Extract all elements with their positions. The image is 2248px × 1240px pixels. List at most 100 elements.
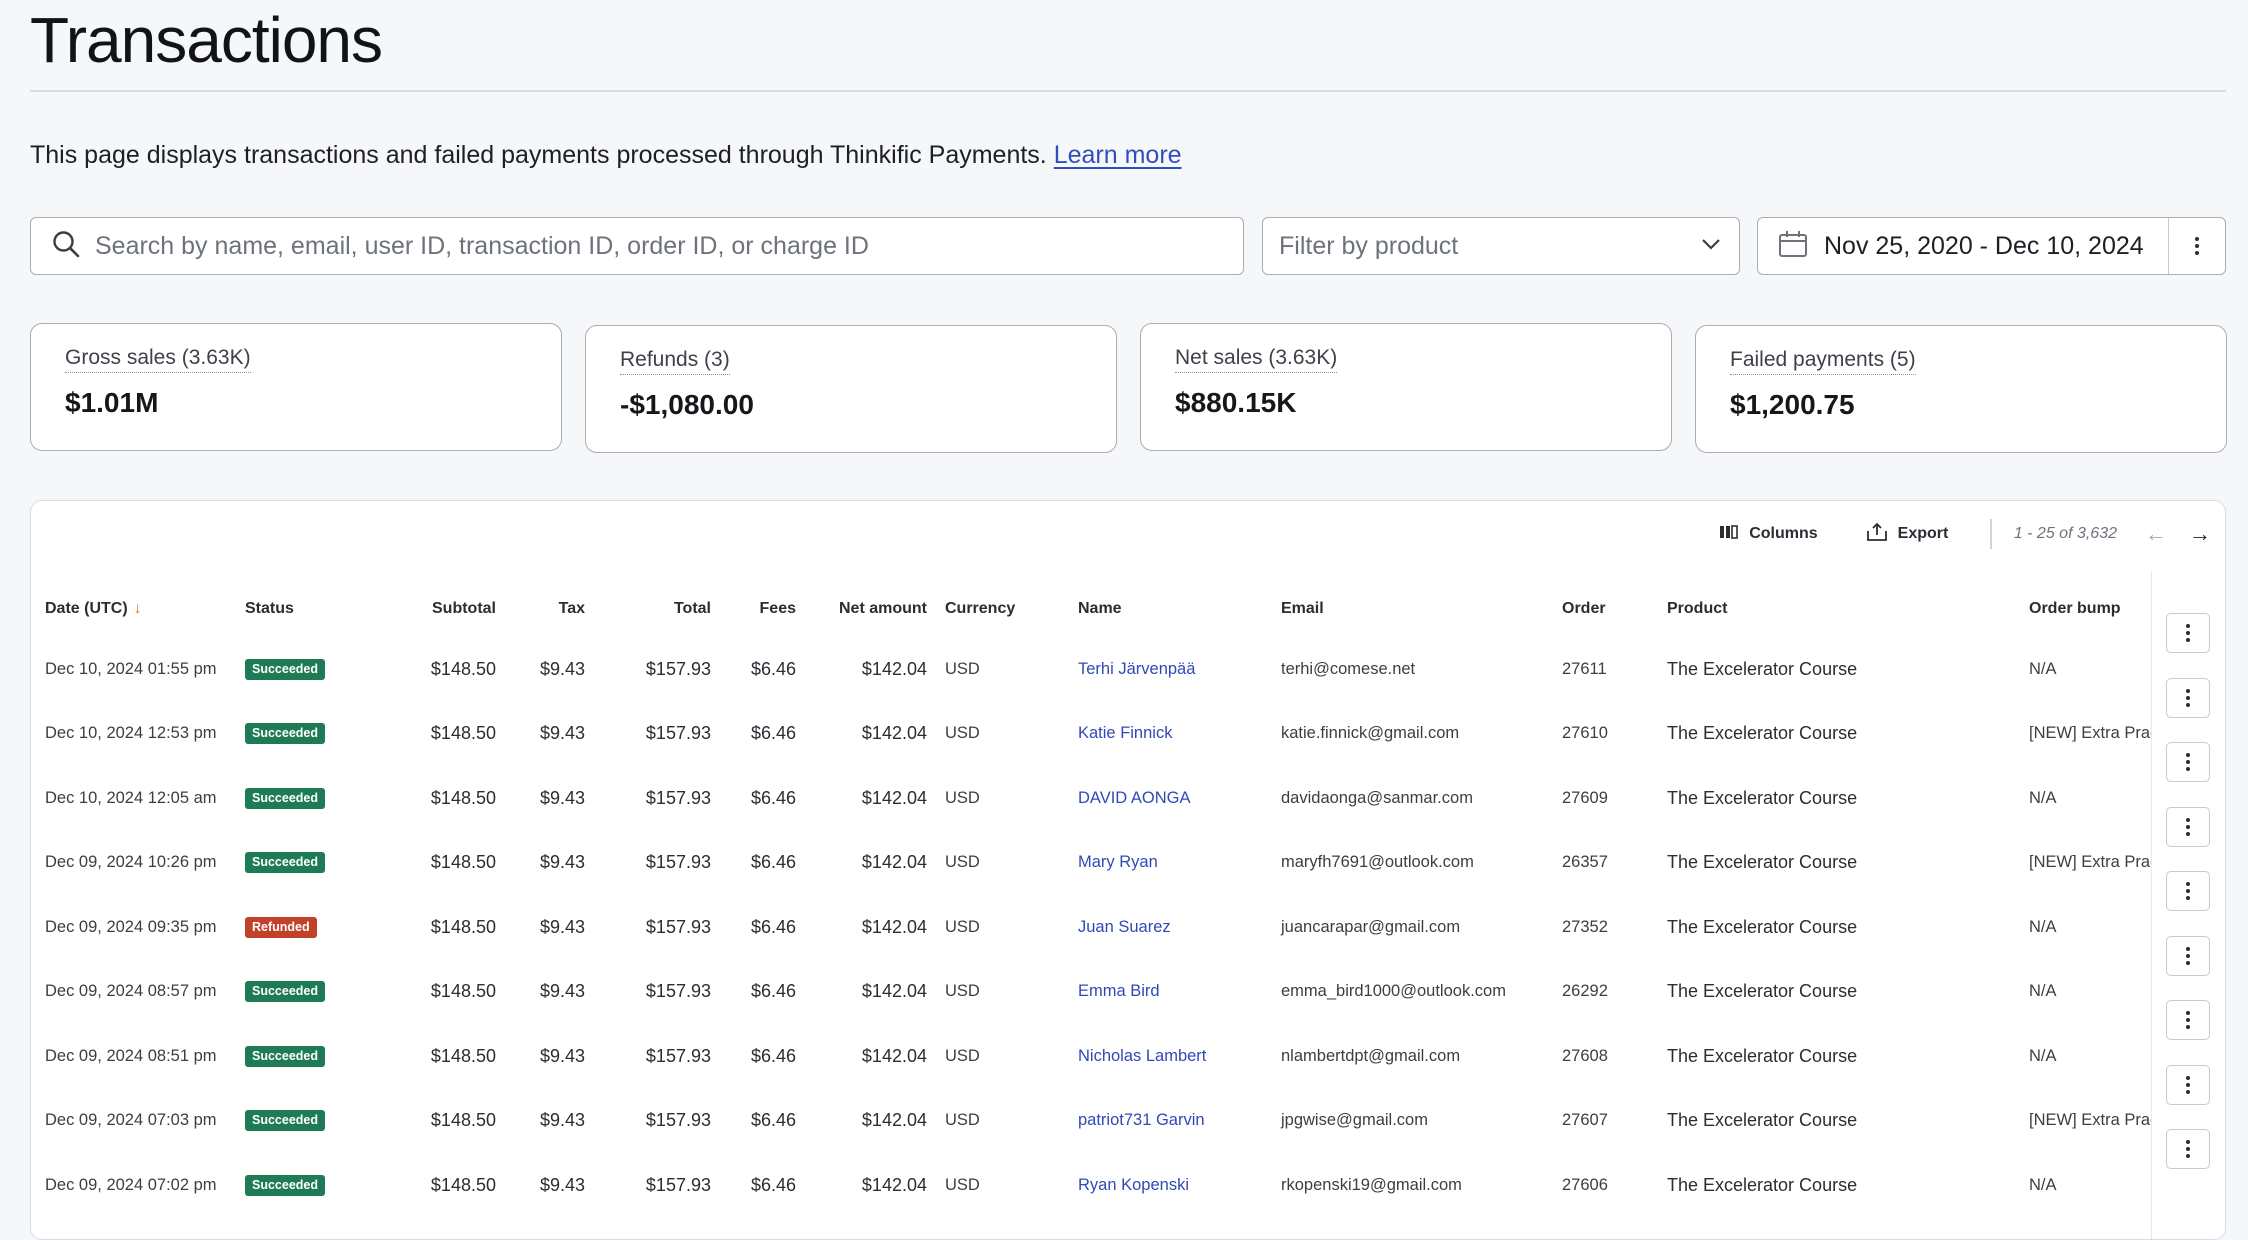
customer-name-link[interactable]: DAVID AONGA <box>1078 789 1190 807</box>
cell-name: Ryan Kopenski <box>1064 1153 1267 1218</box>
chevron-down-icon <box>1701 237 1721 255</box>
cell-product: The Excelerator Course <box>1667 787 1858 808</box>
cell-name: Juan Suarez <box>1064 895 1267 960</box>
row-actions-button[interactable] <box>2166 742 2210 782</box>
cell-status: Succeeded <box>231 1024 357 1089</box>
cell-email: juancarapar@gmail.com <box>1281 917 1461 936</box>
filter-product-placeholder: Filter by product <box>1279 231 1459 260</box>
cell-status: Succeeded <box>231 766 357 831</box>
date-range-button[interactable]: Nov 25, 2020 - Dec 10, 2024 <box>1758 218 2169 274</box>
cell-email: emma_bird1000@outlook.com <box>1281 982 1506 1001</box>
cell-date: Dec 09, 2024 08:51 pm <box>45 1046 217 1065</box>
next-page-arrow-icon[interactable]: → <box>2189 521 2211 547</box>
table-row: Dec 09, 2024 08:57 pm Succeeded $148.50 $9.… <box>31 960 2184 1025</box>
cell-product: The Excelerator Course <box>1667 1110 1858 1131</box>
row-actions-button[interactable] <box>2166 613 2210 653</box>
cell-product: The Excelerator Course <box>1667 981 1858 1002</box>
row-actions-button[interactable] <box>2166 871 2210 911</box>
kebab-icon <box>2195 237 2199 255</box>
cell-tax: $9.43 <box>539 916 585 937</box>
cell-net-amount: $142.04 <box>861 1110 927 1131</box>
cell-tax: $9.43 <box>539 1045 585 1066</box>
cell-fees: $6.46 <box>750 981 796 1002</box>
export-button[interactable]: Export <box>1866 522 1948 547</box>
cell-total: $157.93 <box>645 723 711 744</box>
stat-value: $1.01M <box>65 387 159 418</box>
transactions-table: Date (UTC) ↓ Status Subtotal Tax Total Fe… <box>31 581 2184 1218</box>
row-actions-button[interactable] <box>2166 935 2210 976</box>
cell-subtotal: $148.50 <box>430 723 496 744</box>
prev-page-arrow-icon[interactable]: ← <box>2145 521 2167 547</box>
stat-failed-payments: Failed payments (5) $1,200.75 <box>1695 325 2227 453</box>
customer-name-link[interactable]: Terhi Järvenpää <box>1078 660 1195 678</box>
customer-name-link[interactable]: Emma Bird <box>1078 982 1160 1000</box>
header-date[interactable]: Date (UTC) ↓ <box>31 581 231 637</box>
cell-currency: USD <box>945 1111 980 1130</box>
cell-currency: USD <box>945 982 980 1001</box>
kebab-icon <box>2186 882 2190 900</box>
sort-down-arrow-icon: ↓ <box>133 600 142 617</box>
customer-name-link[interactable]: Ryan Kopenski <box>1078 1176 1189 1194</box>
cell-subtotal: $148.50 <box>430 1045 496 1066</box>
cell-date: Dec 09, 2024 07:02 pm <box>45 1175 217 1194</box>
more-options-button[interactable] <box>2169 218 2225 274</box>
row-actions-button[interactable] <box>2166 1129 2210 1169</box>
cell-total: $157.93 <box>645 1045 711 1066</box>
cell-order: 27607 <box>1562 1111 1608 1130</box>
date-range-picker: Nov 25, 2020 - Dec 10, 2024 <box>1757 217 2226 275</box>
kebab-icon <box>2186 1140 2190 1158</box>
cell-email: jpgwise@gmail.com <box>1281 1111 1428 1130</box>
cell-subtotal: $148.50 <box>430 852 496 873</box>
cell-total: $157.93 <box>645 787 711 808</box>
cell-order: 27611 <box>1562 659 1607 678</box>
cell-net-amount: $142.04 <box>861 852 927 873</box>
kebab-icon <box>2186 1011 2190 1029</box>
customer-name-link[interactable]: Nicholas Lambert <box>1078 1047 1206 1065</box>
row-actions-column <box>2151 571 2225 1239</box>
cell-currency: USD <box>945 788 980 807</box>
stat-refunds: Refunds (3) -$1,080.00 <box>585 325 1117 453</box>
cell-name: Mary Ryan <box>1064 831 1267 896</box>
customer-name-link[interactable]: Mary Ryan <box>1078 853 1158 871</box>
page-description: This page displays transactions and fail… <box>30 138 2226 172</box>
cell-date: Dec 09, 2024 07:03 pm <box>45 1111 217 1130</box>
cell-order: 26292 <box>1562 982 1608 1001</box>
status-badge: Refunded <box>245 916 317 938</box>
kebab-icon <box>2186 817 2190 836</box>
cell-status: Succeeded <box>231 831 357 896</box>
row-actions-button[interactable] <box>2166 806 2210 847</box>
kebab-icon <box>2186 624 2190 642</box>
columns-button[interactable]: Columns <box>1719 524 1818 545</box>
calendar-icon <box>1778 230 1808 263</box>
customer-name-link[interactable]: patriot731 Garvin <box>1078 1111 1205 1129</box>
row-actions-button[interactable] <box>2166 1000 2210 1040</box>
cell-subtotal: $148.50 <box>430 658 496 679</box>
cell-fees: $6.46 <box>750 658 796 679</box>
page-title: Transactions <box>30 4 383 76</box>
row-actions-button[interactable] <box>2166 1064 2210 1105</box>
cell-status: Succeeded <box>231 702 357 767</box>
customer-name-link[interactable]: Juan Suarez <box>1078 918 1171 936</box>
cell-net-amount: $142.04 <box>861 658 927 679</box>
cell-total: $157.93 <box>645 658 711 679</box>
filter-bar: Search by name, email, user ID, transact… <box>30 217 2226 277</box>
cell-date: Dec 10, 2024 12:05 am <box>45 788 217 807</box>
cell-tax: $9.43 <box>539 981 585 1002</box>
cell-email: terhi@comese.net <box>1281 659 1416 678</box>
header-currency: Currency <box>945 600 1016 617</box>
search-input[interactable]: Search by name, email, user ID, transact… <box>30 217 1244 275</box>
learn-more-link[interactable]: Learn more <box>1054 141 1182 169</box>
cell-date: Dec 10, 2024 12:53 pm <box>45 724 217 743</box>
row-actions-button[interactable] <box>2166 677 2210 718</box>
customer-name-link[interactable]: Katie Finnick <box>1078 724 1172 742</box>
cell-subtotal: $148.50 <box>430 1174 496 1195</box>
kebab-icon <box>2186 753 2190 771</box>
cell-fees: $6.46 <box>750 1174 796 1195</box>
cell-total: $157.93 <box>645 852 711 873</box>
header-order: Order <box>1562 600 1606 617</box>
cell-total: $157.93 <box>645 1174 711 1195</box>
cell-tax: $9.43 <box>539 658 585 679</box>
filter-by-product-select[interactable]: Filter by product <box>1262 217 1740 275</box>
stat-label: Refunds (3) <box>620 348 730 375</box>
stat-gross-sales: Gross sales (3.63K) $1.01M <box>30 323 562 451</box>
